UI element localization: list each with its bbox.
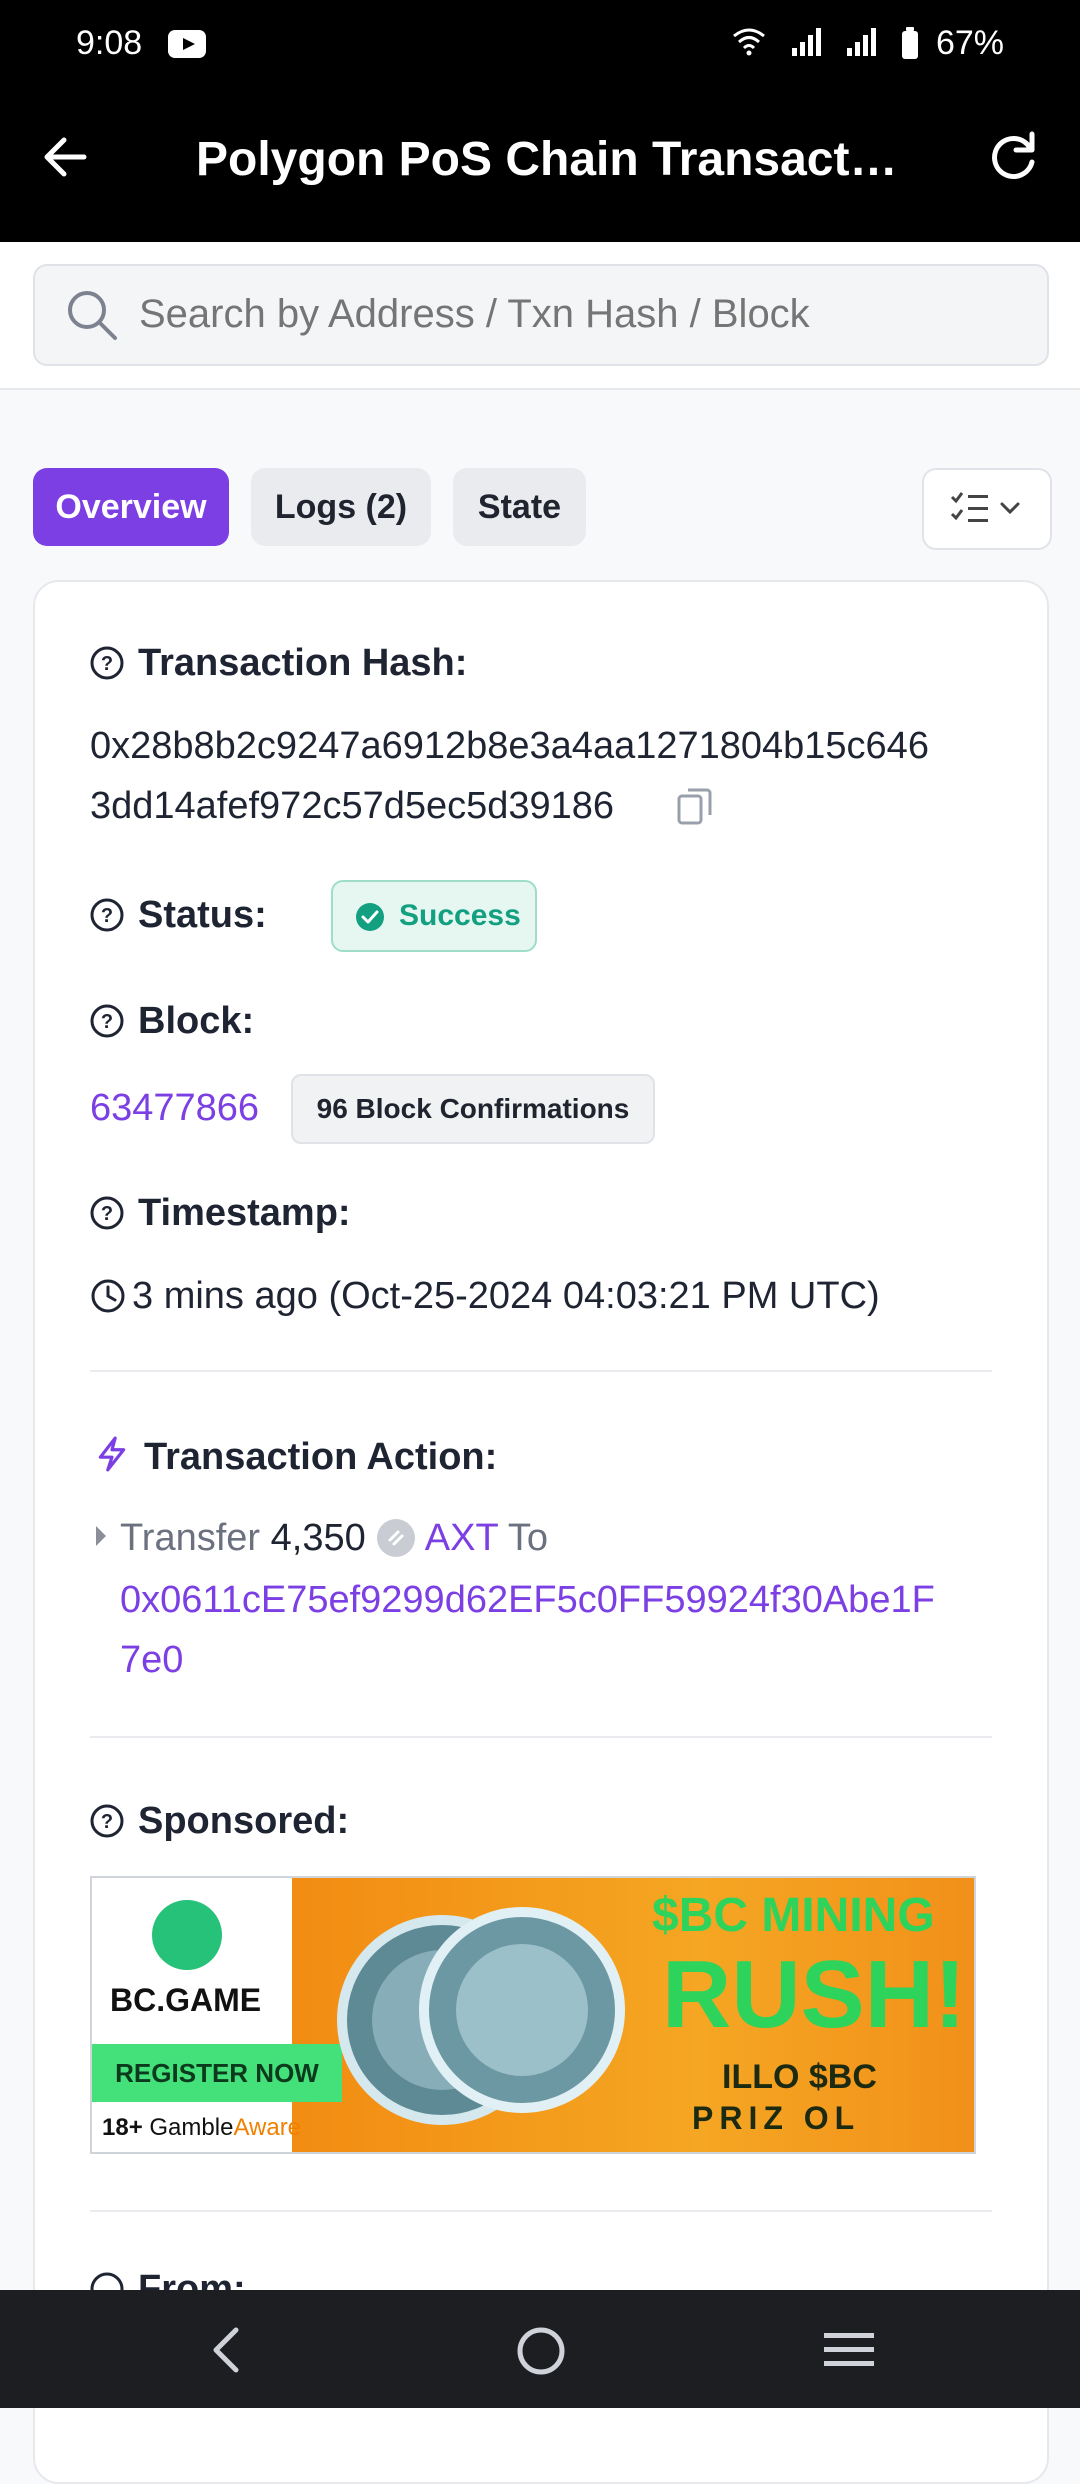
block-label-text: Block:: [138, 1000, 255, 1042]
status-icons: 67%: [732, 24, 1004, 65]
transaction-hash-line-2-text: 3dd14afef972c57d5ec5d39186: [90, 785, 615, 827]
transaction-hash-line-2: 3dd14afef972c57d5ec5d39186: [90, 776, 614, 836]
expand-caret-icon[interactable]: [94, 1524, 108, 1553]
back-arrow-icon[interactable]: [38, 130, 92, 184]
sponsored-label-text: Sponsored:: [138, 1800, 350, 1842]
search-bar[interactable]: [33, 264, 1049, 366]
ad-aware: Aware: [233, 2114, 302, 2141]
ad-subline-1: ILLO $BC: [722, 2058, 877, 2096]
tab-overview[interactable]: Overview: [33, 468, 229, 546]
help-icon[interactable]: ?: [90, 646, 124, 680]
transaction-action-label-text: Transaction Action:: [144, 1436, 498, 1478]
tab-state[interactable]: State: [453, 468, 586, 546]
check-circle-icon: [356, 903, 384, 931]
ad-brand-name: BC.GAME: [110, 1982, 262, 2018]
action-to-word: To: [507, 1517, 548, 1559]
divider: [90, 1736, 992, 1738]
block-number-link[interactable]: 63477866: [90, 1078, 259, 1138]
status-bar: 9:08 67%: [0, 0, 1080, 90]
action-verb: Transfer: [120, 1517, 261, 1559]
timestamp-value: 3 mins ago (Oct-25-2024 04:03:21 PM UTC): [132, 1275, 880, 1317]
ad-age-notice: 18+ GambleAware: [102, 2114, 301, 2142]
block-label: ? Block:: [90, 1000, 254, 1043]
battery-percent: 67%: [935, 24, 1004, 62]
status-label: ? Status:: [90, 894, 267, 937]
svg-text:?: ?: [101, 905, 113, 927]
clock-icon: [91, 1279, 125, 1313]
wifi-icon: [732, 26, 766, 65]
action-to-address-link-2[interactable]: 7e0: [120, 1630, 183, 1690]
transaction-action-row: Transfer 4,350 AXT To: [120, 1508, 548, 1568]
block-confirmations-badge: 96 Block Confirmations: [291, 1074, 655, 1144]
checklist-icon: [950, 492, 1020, 522]
tab-logs[interactable]: Logs (2): [251, 468, 431, 546]
system-nav-bar: [0, 2290, 1080, 2408]
svg-text:?: ?: [101, 1011, 113, 1033]
ad-age: 18+: [102, 2114, 143, 2141]
timestamp-label-text: Timestamp:: [138, 1192, 351, 1234]
ad-gamble: Gamble: [149, 2114, 234, 2141]
transaction-hash-label: ? Transaction Hash:: [90, 642, 467, 685]
help-icon[interactable]: ?: [90, 1004, 124, 1038]
timestamp-label: ? Timestamp:: [90, 1192, 351, 1235]
svg-text:?: ?: [101, 653, 113, 675]
help-icon[interactable]: ?: [90, 898, 124, 932]
status-value: Success: [399, 899, 521, 932]
ad-coins-image: [337, 1907, 625, 2125]
transaction-hash-line-1: 0x28b8b2c9247a6912b8e3a4aa1271804b15c646: [90, 725, 929, 767]
app-bar: Polygon PoS Chain Transactio...: [0, 90, 1080, 242]
nav-recents-icon[interactable]: [824, 2330, 874, 2370]
sponsored-label: ? Sponsored:: [90, 1800, 349, 1843]
help-icon[interactable]: ?: [90, 1804, 124, 1838]
nav-home-icon[interactable]: [516, 2326, 566, 2376]
timestamp-row: 3 mins ago (Oct-25-2024 04:03:21 PM UTC): [90, 1266, 880, 1326]
youtube-icon: [168, 30, 206, 58]
view-options-button[interactable]: [922, 468, 1052, 550]
search-icon: [63, 286, 121, 344]
search-section: [0, 242, 1080, 390]
page-title: Polygon PoS Chain Transactio...: [196, 133, 906, 186]
action-to-address-link-1[interactable]: 0x0611cE75ef9299d62EF5c0FF59924f30Abe1F: [120, 1570, 935, 1630]
svg-text:?: ?: [101, 1203, 113, 1225]
help-icon[interactable]: ?: [90, 1196, 124, 1230]
action-token-link[interactable]: AXT: [425, 1517, 498, 1559]
ad-headline-1: $BC MINING: [652, 1889, 935, 1942]
svg-text:?: ?: [101, 1811, 113, 1833]
nav-back-icon[interactable]: [206, 2326, 246, 2374]
action-amount: 4,350: [270, 1517, 366, 1559]
refresh-icon[interactable]: [984, 128, 1042, 186]
ad-register-button: REGISTER NOW: [92, 2044, 342, 2102]
search-input[interactable]: [139, 292, 1019, 337]
signal-icon-2: [847, 26, 877, 65]
transaction-hash-label-text: Transaction Hash:: [138, 642, 468, 684]
sponsored-ad-banner[interactable]: BC.GAME REGISTER NOW 18+ GambleAware $BC…: [90, 1876, 976, 2154]
signal-icon: [791, 26, 822, 65]
status-time: 9:08: [76, 24, 143, 62]
divider: [90, 2210, 992, 2212]
battery-icon: [902, 27, 919, 60]
divider: [90, 1370, 992, 1372]
ad-subline-2: PRIZ OL: [692, 2100, 861, 2136]
bcgame-logo-icon: [152, 1900, 222, 1970]
copy-icon[interactable]: [676, 786, 714, 831]
lightning-icon: [98, 1436, 126, 1472]
status-badge: Success: [331, 880, 537, 952]
token-icon: [377, 1519, 416, 1557]
ad-headline-2: RUSH!: [662, 1941, 966, 2048]
transaction-action-label: Transaction Action:: [94, 1434, 497, 1479]
status-label-text: Status:: [138, 894, 267, 936]
